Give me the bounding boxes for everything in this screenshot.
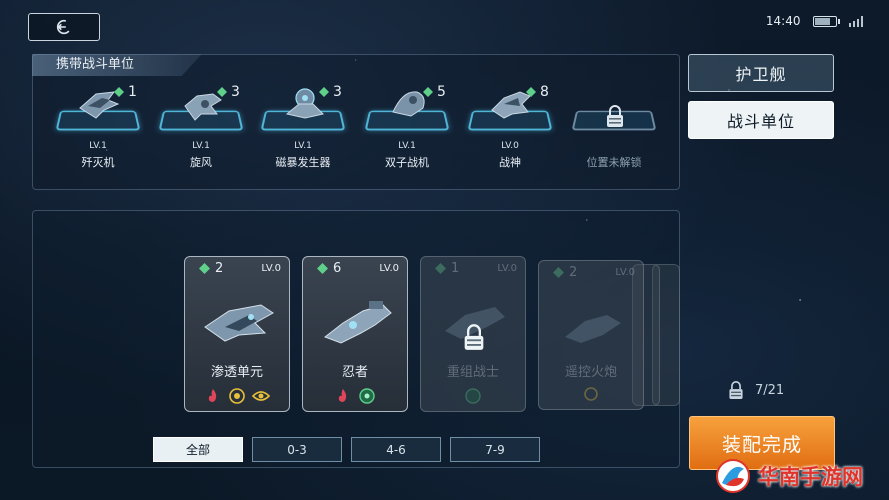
gem-icon <box>217 87 227 97</box>
unit-capacity: 7/21 <box>727 380 784 400</box>
filter-all[interactable]: 全部 <box>153 437 243 462</box>
unit-art <box>204 304 274 342</box>
battery-icon <box>812 15 840 27</box>
watermark-logo-icon <box>716 459 750 493</box>
fire-icon <box>338 389 347 402</box>
orb-icon <box>465 388 481 404</box>
card-level: LV.0 <box>261 262 281 274</box>
card-level: LV.0 <box>379 262 399 274</box>
signal-icon <box>848 15 863 27</box>
lock-icon <box>607 105 623 127</box>
slot-locked: 位置未解锁 <box>568 82 660 172</box>
card-header: 1 LV.0 <box>421 257 525 279</box>
gem-icon <box>199 262 210 274</box>
back-button[interactable] <box>28 13 100 41</box>
card-cost: 2 <box>215 260 224 276</box>
unit-art <box>565 315 621 343</box>
card-traits <box>539 385 643 403</box>
unit-card-locked[interactable]: 2 LV.0 遥控火炮 <box>538 260 644 410</box>
lock-icon <box>729 381 743 399</box>
slot-level: LV.1 <box>294 141 312 151</box>
capacity-count: 7/21 <box>755 382 785 398</box>
slot-name: 旋风 <box>190 156 212 169</box>
slot-name: 双子战机 <box>385 156 429 169</box>
card-name: 忍者 <box>341 365 368 380</box>
filter-7-9[interactable]: 7-9 <box>450 437 540 462</box>
filter-4-6[interactable]: 4-6 <box>351 437 441 462</box>
card-traits <box>185 387 289 405</box>
sun-icon <box>584 387 598 401</box>
slot-level: LV.1 <box>192 141 210 151</box>
card-level: LV.0 <box>615 266 635 278</box>
slot-cost: 5 <box>423 84 446 100</box>
slot-5[interactable]: 8 LV.0 战神 <box>464 82 556 172</box>
slot-level: LV.1 <box>398 141 416 151</box>
slot-level: LV.0 <box>501 141 519 151</box>
card-cost: 6 <box>333 260 342 276</box>
unit-art <box>323 301 392 344</box>
card-header: 2 LV.0 <box>185 257 289 279</box>
gem-icon <box>317 262 328 274</box>
card-name: 遥控火炮 <box>564 365 617 380</box>
unit-card[interactable]: 6 LV.0 忍者 <box>302 256 408 412</box>
eye-icon <box>252 391 270 401</box>
gem-icon <box>435 262 446 274</box>
slot-4[interactable]: 5 LV.1 双子战机 <box>361 82 453 172</box>
lock-icon <box>464 324 484 350</box>
slot-cost: 8 <box>526 84 549 100</box>
card-level: LV.0 <box>497 262 517 274</box>
card-cost: 1 <box>451 260 460 276</box>
tab-combat-units[interactable]: 战斗单位 <box>688 101 834 139</box>
slot-1[interactable]: 1 LV.1 歼灭机 <box>52 82 144 172</box>
slot-cost: 3 <box>319 84 342 100</box>
gem-icon <box>114 87 124 97</box>
slot-name: 战神 <box>499 156 521 169</box>
filter-0-3[interactable]: 0-3 <box>252 437 342 462</box>
carried-units-title: 携带战斗单位 <box>32 54 202 76</box>
watermark: 华南手游网 <box>714 457 863 495</box>
orb-icon <box>359 388 375 404</box>
card-header: 6 LV.0 <box>303 257 407 279</box>
slot-cost: 3 <box>217 84 240 100</box>
slot-3[interactable]: 3 LV.1 磁暴发生器 <box>257 82 349 172</box>
gem-icon <box>319 87 329 97</box>
fire-icon <box>208 389 217 402</box>
slot-2[interactable]: 3 LV.1 旋风 <box>155 82 247 172</box>
slot-level: LV.1 <box>89 141 107 151</box>
slot-cost: 1 <box>114 84 137 100</box>
unit-card-locked[interactable]: 1 LV.0 重组战士 <box>420 256 526 412</box>
back-icon <box>56 19 72 35</box>
card-name: 重组战士 <box>446 365 499 380</box>
card-traits <box>421 387 525 405</box>
cost-filter-bar: 全部 0-3 4-6 7-9 <box>153 437 540 462</box>
watermark-text: 华南手游网 <box>758 465 863 489</box>
card-name: 渗透单元 <box>210 365 263 380</box>
status-bar: 14:40 <box>766 14 863 28</box>
card-header: 2 LV.0 <box>539 261 643 283</box>
card-cost: 2 <box>569 264 578 280</box>
card-traits <box>303 387 407 405</box>
slot-name: 位置未解锁 <box>586 156 642 169</box>
gem-icon <box>423 87 433 97</box>
gem-icon <box>553 266 564 278</box>
unit-card[interactable]: 2 LV.0 渗透单元 <box>184 256 290 412</box>
tab-escort[interactable]: 护卫舰 <box>688 54 834 92</box>
slot-name: 磁暴发生器 <box>275 156 331 169</box>
slot-name: 歼灭机 <box>81 156 115 169</box>
sun-icon <box>229 388 245 404</box>
gem-icon <box>526 87 536 97</box>
clock: 14:40 <box>765 14 801 28</box>
